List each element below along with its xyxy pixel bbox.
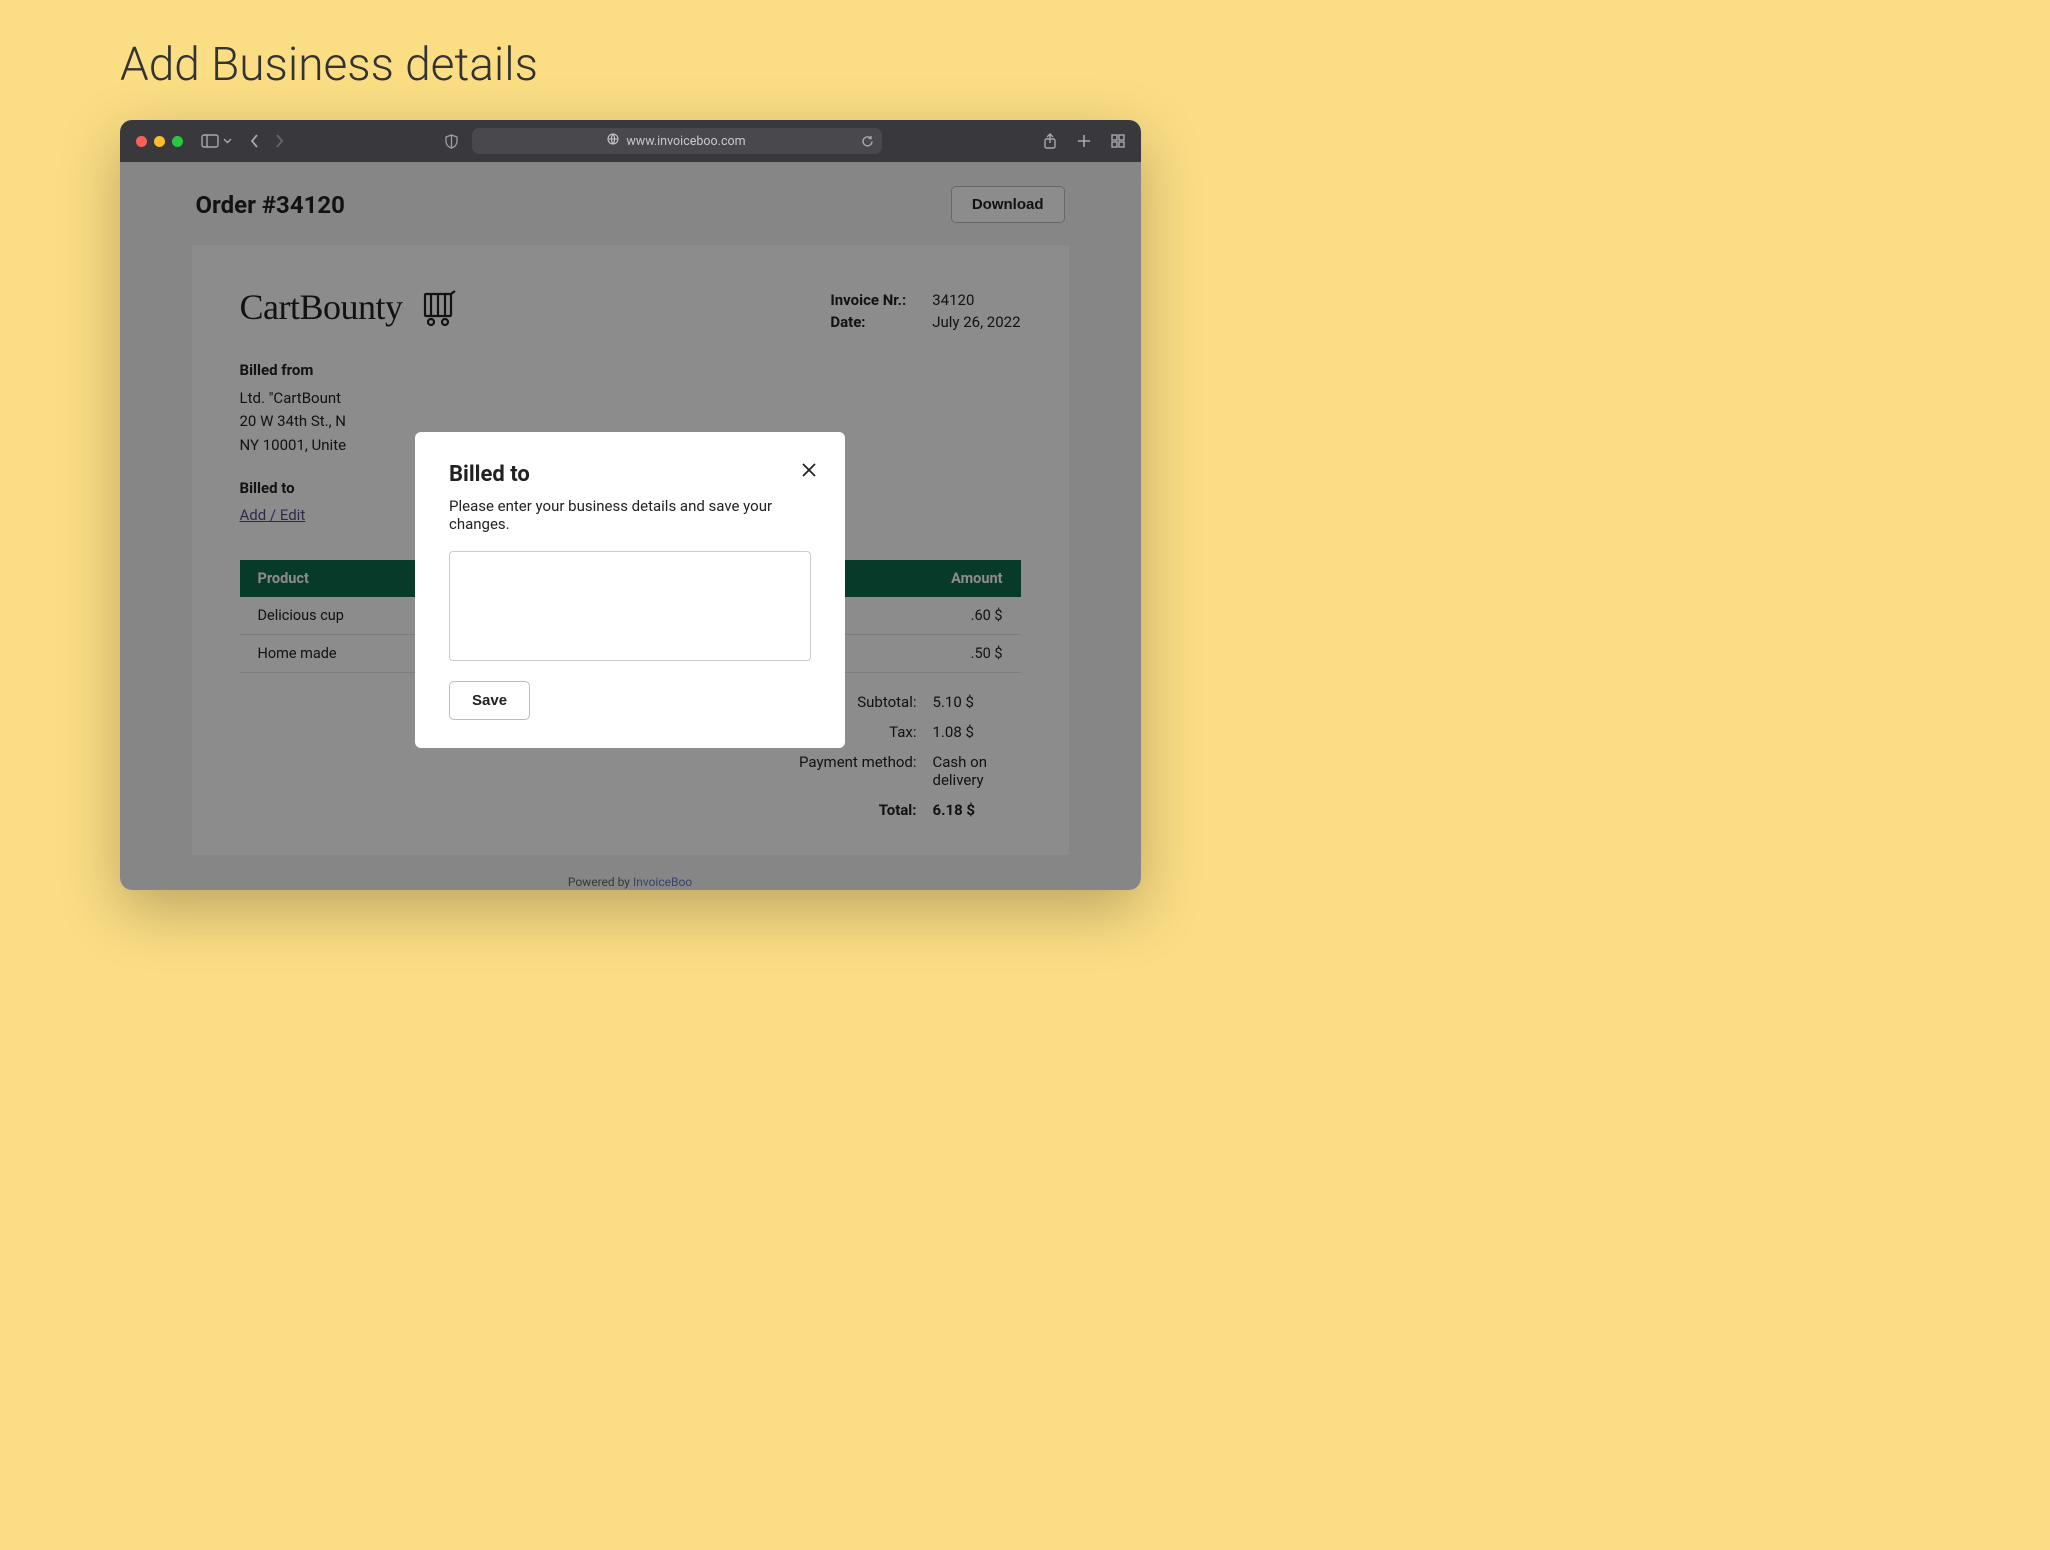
window-controls bbox=[136, 136, 183, 147]
close-window-button[interactable] bbox=[136, 136, 147, 147]
address-bar[interactable]: www.invoiceboo.com bbox=[472, 128, 882, 154]
reload-icon[interactable] bbox=[861, 135, 874, 148]
browser-toolbar: www.invoiceboo.com bbox=[120, 120, 1141, 162]
shield-icon[interactable] bbox=[445, 134, 458, 149]
sidebar-toggle-icon[interactable] bbox=[201, 134, 219, 148]
url-text: www.invoiceboo.com bbox=[626, 134, 745, 149]
business-details-textarea[interactable] bbox=[449, 551, 811, 661]
maximize-window-button[interactable] bbox=[172, 136, 183, 147]
nav-back-icon[interactable] bbox=[250, 134, 260, 148]
minimize-window-button[interactable] bbox=[154, 136, 165, 147]
page-heading: Add Business details bbox=[0, 0, 1260, 92]
modal-description: Please enter your business details and s… bbox=[449, 497, 811, 533]
save-button[interactable]: Save bbox=[449, 681, 530, 720]
modal-title: Billed to bbox=[449, 462, 811, 487]
close-icon[interactable] bbox=[801, 462, 817, 482]
tabs-overview-icon[interactable] bbox=[1111, 133, 1125, 149]
chevron-down-icon[interactable] bbox=[223, 138, 232, 144]
lock-icon bbox=[607, 133, 619, 149]
share-icon[interactable] bbox=[1043, 133, 1057, 149]
new-tab-icon[interactable] bbox=[1077, 133, 1091, 149]
nav-forward-icon bbox=[274, 134, 284, 148]
billed-to-modal: Billed to Please enter your business det… bbox=[415, 432, 845, 748]
browser-window: www.invoiceboo.com Order #34120 Download bbox=[120, 120, 1141, 890]
